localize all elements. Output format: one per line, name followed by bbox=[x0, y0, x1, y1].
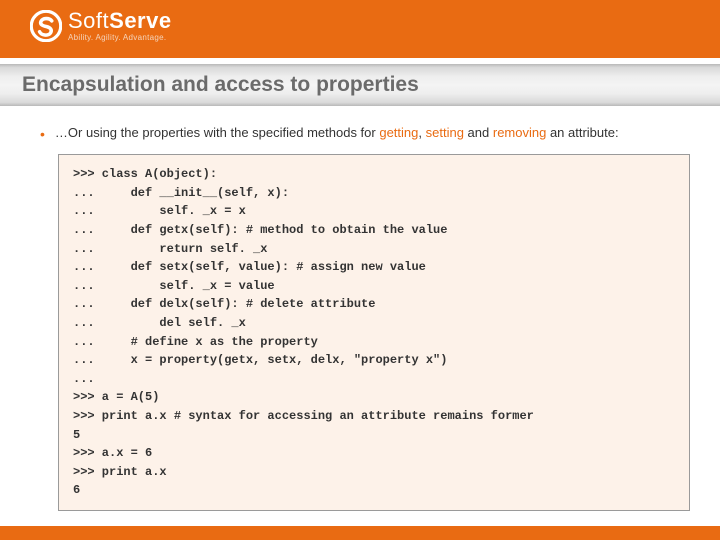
bullet-item: • …Or using the properties with the spec… bbox=[40, 124, 690, 144]
header-band: SoftServe Ability. Agility. Advantage. bbox=[0, 0, 720, 58]
title-band: Encapsulation and access to properties bbox=[0, 64, 720, 106]
logo-tagline: Ability. Agility. Advantage. bbox=[68, 34, 172, 42]
bullet-dot-icon: • bbox=[40, 124, 45, 144]
page-title: Encapsulation and access to properties bbox=[22, 73, 419, 97]
logo-s-icon bbox=[30, 10, 62, 42]
logo: SoftServe Ability. Agility. Advantage. bbox=[30, 10, 172, 42]
code-block: >>> class A(object): ... def __init__(se… bbox=[58, 154, 690, 511]
bullet-text: …Or using the properties with the specif… bbox=[55, 124, 619, 143]
content-area: • …Or using the properties with the spec… bbox=[0, 106, 720, 511]
logo-name: SoftServe bbox=[68, 10, 172, 32]
footer-band bbox=[0, 526, 720, 540]
